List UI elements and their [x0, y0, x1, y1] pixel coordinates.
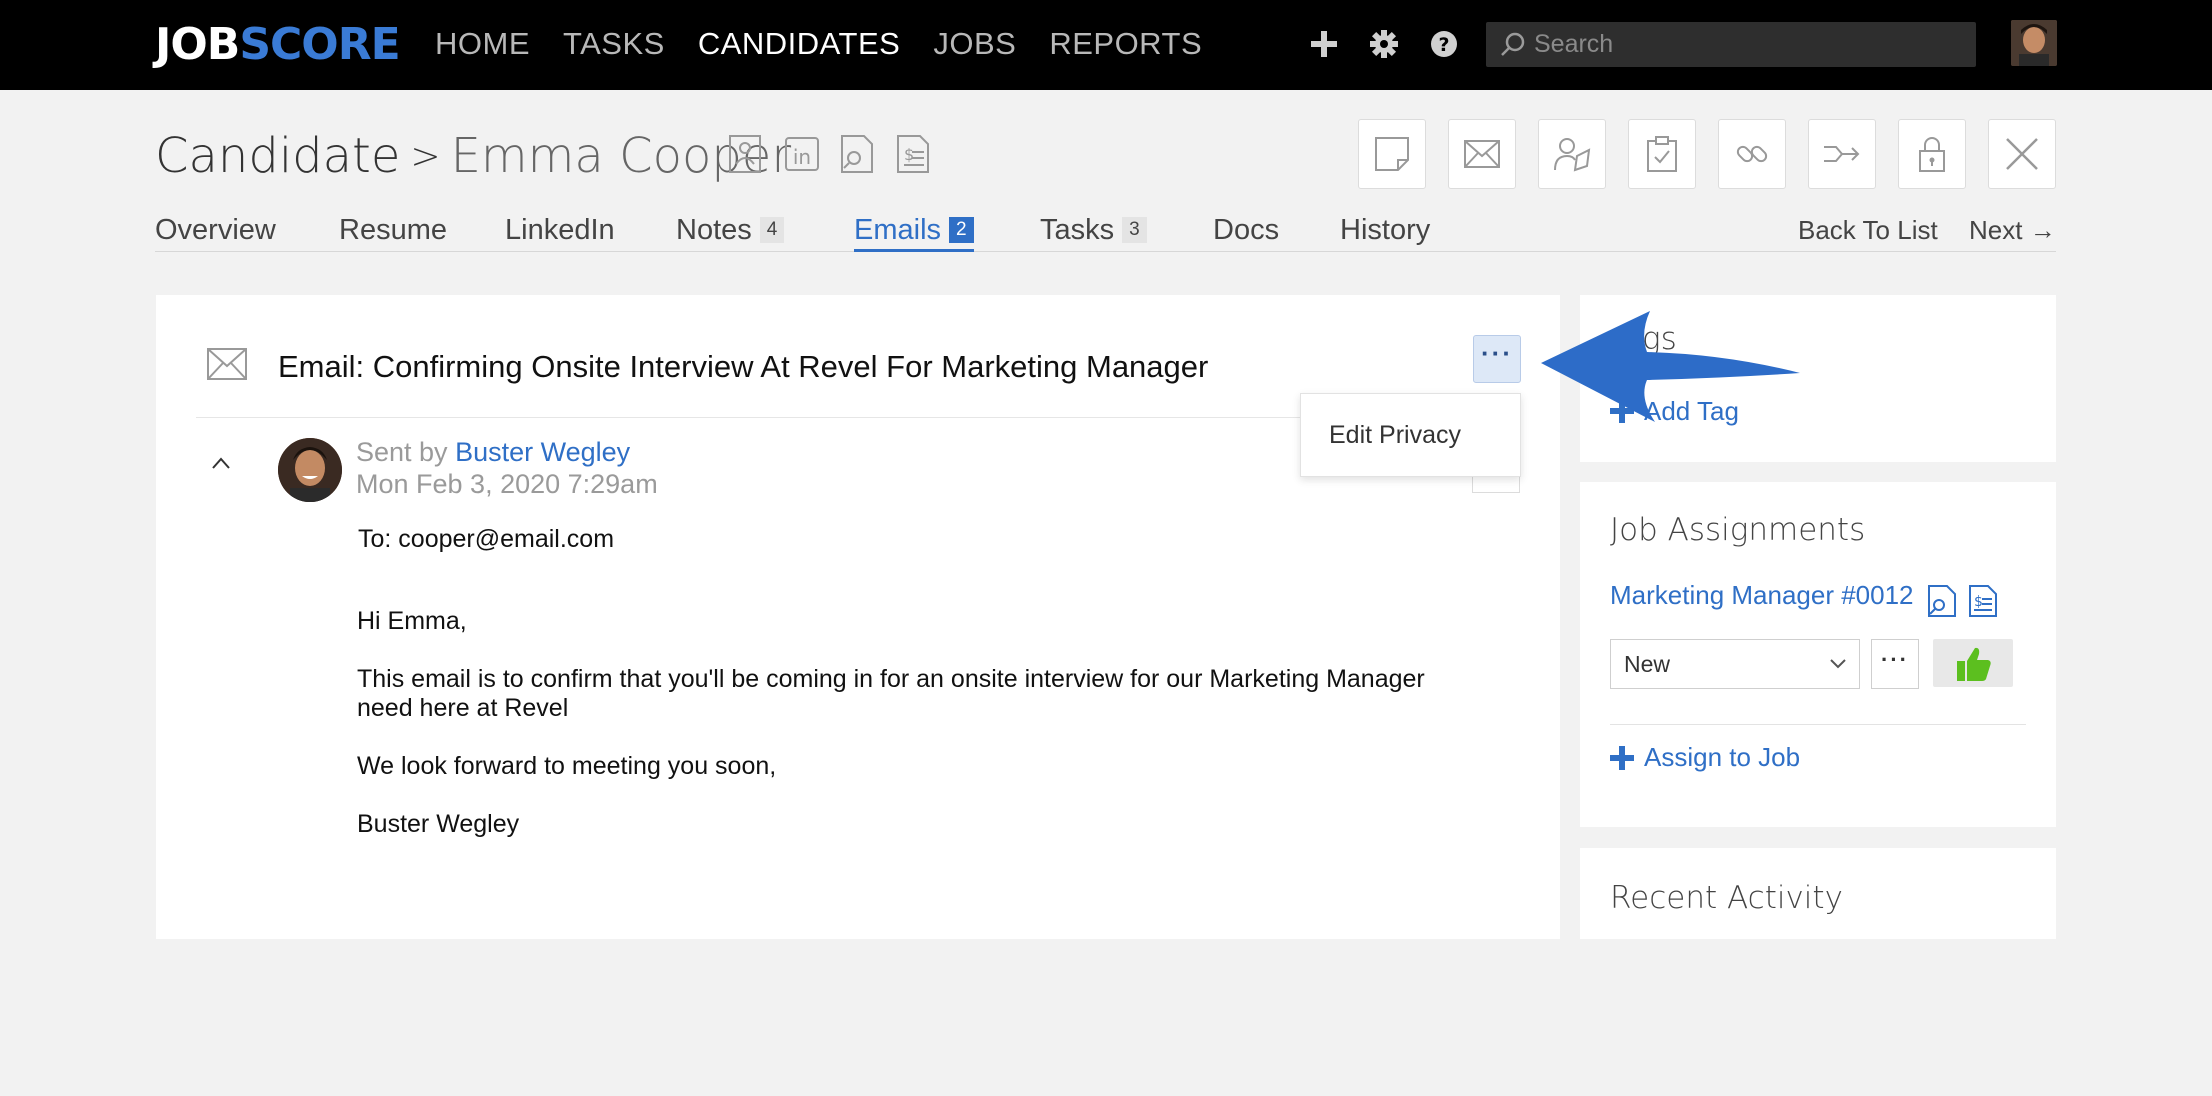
- job-status-value: New: [1624, 651, 1671, 677]
- job-more-button[interactable]: ···: [1871, 639, 1919, 689]
- nav-candidates[interactable]: CANDIDATES: [698, 24, 901, 64]
- salary-doc-icon[interactable]: $: [1968, 584, 1998, 618]
- candidate-actions: [1358, 119, 2056, 189]
- tab-overview[interactable]: Overview: [155, 212, 276, 248]
- candidate-tabs: Overview Resume LinkedIn Notes 4 Emails 2 …: [155, 212, 2056, 252]
- nav-reports[interactable]: REPORTS: [1049, 24, 1202, 64]
- task-icon: [1647, 136, 1677, 172]
- add-note-button[interactable]: [1358, 119, 1426, 189]
- close-icon: [2006, 138, 2038, 170]
- add-task-button[interactable]: [1628, 119, 1696, 189]
- notes-count-badge: 4: [759, 217, 785, 243]
- lock-icon: [1919, 137, 1945, 172]
- gear-icon[interactable]: [1366, 24, 1402, 64]
- search-box: [1486, 22, 1976, 67]
- search-doc-icon[interactable]: [1927, 584, 1957, 618]
- arrow-right-icon: →: [2029, 215, 2056, 245]
- profile-doc-icons: in $: [728, 134, 934, 176]
- job-status-select[interactable]: New: [1610, 639, 1860, 689]
- tab-emails[interactable]: Emails 2: [854, 212, 974, 252]
- recent-activity-title: Recent Activity: [1610, 880, 1843, 916]
- svg-text:in: in: [793, 145, 811, 169]
- link-button[interactable]: [1718, 119, 1786, 189]
- job-assignments-panel: Job Assignments Marketing Manager #0012 …: [1580, 482, 2056, 827]
- job-assignments-title: Job Assignments: [1610, 512, 1866, 548]
- user-avatar[interactable]: [2011, 20, 2057, 66]
- job-assignment-link[interactable]: Marketing Manager #0012: [1610, 579, 1914, 611]
- jobscore-logo[interactable]: JOBSCORE: [155, 19, 401, 71]
- chevron-down-icon: [1830, 659, 1846, 669]
- share-button[interactable]: [1808, 119, 1876, 189]
- email-more-button[interactable]: ···: [1473, 335, 1521, 383]
- nav-jobs[interactable]: JOBS: [933, 24, 1016, 64]
- email-icon: [207, 348, 247, 380]
- top-nav-bar: JOBSCORE HOME TASKS CANDIDATES JOBS REPO…: [0, 0, 2212, 90]
- sent-by-line: Sent by Buster Wegley: [356, 437, 631, 467]
- search-input[interactable]: [1534, 22, 1964, 67]
- svg-text:$: $: [904, 145, 914, 164]
- tab-linkedin[interactable]: LinkedIn: [505, 212, 615, 248]
- sender-link[interactable]: Buster Wegley: [455, 437, 630, 467]
- share-icon: [1824, 146, 1860, 162]
- plus-icon[interactable]: [1306, 24, 1342, 64]
- breadcrumb-separator: >: [410, 136, 441, 177]
- close-button[interactable]: [1988, 119, 2056, 189]
- email-body-paragraph: This email is to confirm that you'll be …: [357, 665, 1425, 722]
- back-to-list-link[interactable]: Back To List: [1798, 212, 1938, 248]
- breadcrumb-root[interactable]: Candidate: [155, 128, 400, 184]
- send-email-button[interactable]: [1448, 119, 1516, 189]
- chevron-up-icon[interactable]: [211, 453, 231, 473]
- plus-icon: [1610, 746, 1634, 770]
- tab-resume[interactable]: Resume: [339, 212, 447, 248]
- note-icon: [1375, 137, 1409, 171]
- email-card: Email: Confirming Onsite Interview At Re…: [156, 295, 1560, 939]
- tasks-count-badge: 3: [1122, 217, 1147, 243]
- thumbs-up-button[interactable]: [1933, 639, 2013, 687]
- job-assignments-divider: [1610, 724, 2026, 725]
- emails-count-badge: 2: [949, 217, 974, 243]
- lock-button[interactable]: [1898, 119, 1966, 189]
- link-icon: [1736, 145, 1768, 163]
- email-date: Mon Feb 3, 2020 7:29am: [356, 469, 658, 499]
- salary-doc-icon[interactable]: $: [896, 134, 934, 176]
- resume-icon[interactable]: [728, 134, 766, 176]
- search-icon: [1501, 32, 1525, 56]
- help-icon[interactable]: ?: [1426, 24, 1462, 64]
- tab-docs[interactable]: Docs: [1213, 212, 1279, 248]
- assign-to-job-link[interactable]: Assign to Job: [1644, 741, 1800, 773]
- tab-history[interactable]: History: [1340, 212, 1430, 248]
- next-link[interactable]: Next →: [1969, 212, 2056, 248]
- sender-avatar: [278, 438, 342, 502]
- email-body-paragraph: Hi Emma,: [357, 607, 467, 635]
- email-body: Hi Emma, This email is to confirm that y…: [357, 607, 1477, 868]
- email-icon: [1464, 140, 1500, 168]
- email-recipient: To: cooper@email.com: [358, 525, 615, 553]
- tab-tasks[interactable]: Tasks 3: [1040, 212, 1147, 248]
- thumbs-up-icon: [1957, 647, 1991, 681]
- breadcrumb: Candidate > Emma Cooper: [155, 126, 791, 187]
- email-title: Email: Confirming Onsite Interview At Re…: [278, 349, 1209, 384]
- tab-notes[interactable]: Notes 4: [676, 212, 785, 248]
- nav-tasks[interactable]: TASKS: [563, 24, 665, 64]
- edit-privacy-menu-item[interactable]: Edit Privacy: [1329, 419, 1461, 451]
- recent-activity-panel: Recent Activity: [1580, 848, 2056, 939]
- nav-home[interactable]: HOME: [435, 24, 530, 64]
- email-more-dropdown: Edit Privacy: [1300, 393, 1521, 477]
- email-body-paragraph: Buster Wegley: [357, 810, 520, 838]
- main-nav: HOME TASKS CANDIDATES JOBS REPORTS: [435, 24, 1202, 64]
- refer-button[interactable]: [1538, 119, 1606, 189]
- search-doc-icon[interactable]: [840, 134, 878, 176]
- linkedin-icon[interactable]: in: [784, 134, 822, 176]
- svg-text:?: ?: [1438, 34, 1449, 56]
- email-body-paragraph: We look forward to meeting you soon,: [357, 752, 777, 780]
- refer-icon: [1554, 138, 1591, 172]
- svg-text:$: $: [1974, 594, 1983, 610]
- annotation-arrow: [1541, 311, 1800, 422]
